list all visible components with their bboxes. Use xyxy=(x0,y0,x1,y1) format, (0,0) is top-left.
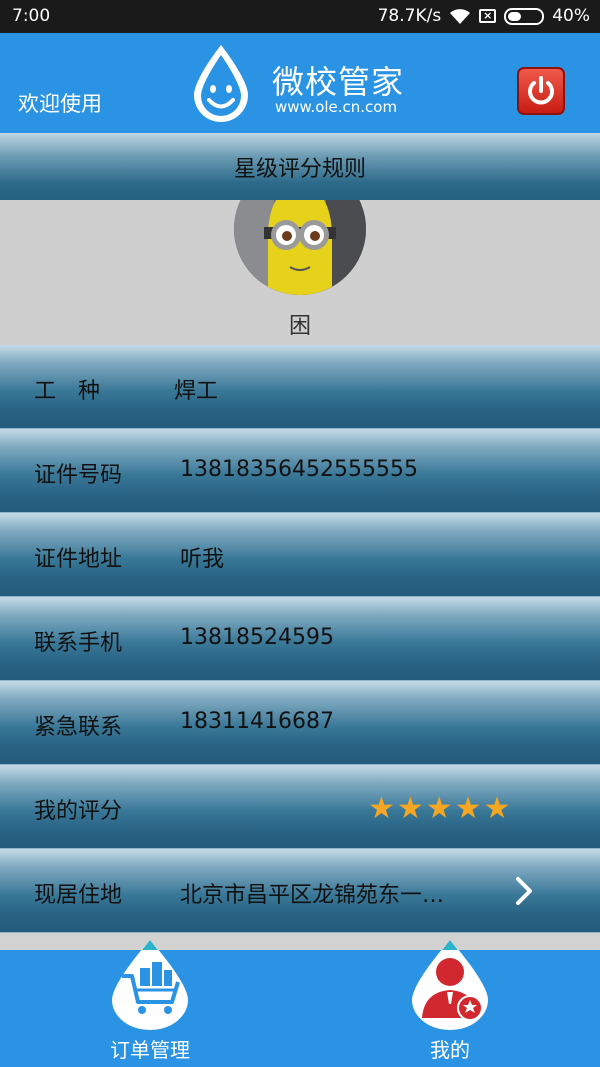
battery-fill xyxy=(508,11,522,21)
user-star-icon xyxy=(412,940,488,1030)
emergency-label: 紧急联系 xyxy=(34,715,123,740)
nav-mine[interactable]: 我的 xyxy=(350,940,550,1067)
row-id-number: 证件号码 13818356452555555 xyxy=(0,429,600,513)
id-address-label: 证件地址 xyxy=(34,547,123,572)
profile-area: 困 xyxy=(0,200,600,345)
status-time: 7:00 xyxy=(12,6,51,26)
info-list: 工 种 焊工 证件号码 13818356452555555 证件地址 听我 联系… xyxy=(0,345,600,933)
phone-value: 13818524595 xyxy=(180,625,334,650)
bottom-nav: 订单管理 我的 xyxy=(0,940,600,1067)
profile-status: 困 xyxy=(288,314,311,339)
id-number-label: 证件号码 xyxy=(34,463,123,488)
brand-name: 微校管家 xyxy=(272,63,405,101)
brand-url: www.ole.cn.com xyxy=(275,98,398,116)
logo-drop-icon xyxy=(194,45,248,122)
avatar[interactable] xyxy=(234,200,366,295)
network-speed: 78.7K/s xyxy=(377,6,442,26)
nav-orders[interactable]: 订单管理 xyxy=(50,940,250,1067)
trade-label: 工 种 xyxy=(34,379,101,404)
cart-icon xyxy=(112,940,188,1030)
row-phone: 联系手机 13818524595 xyxy=(0,597,600,681)
rating-stars: ★★★★★ xyxy=(368,791,513,826)
status-bar: 7:00 78.7K/s × 40% xyxy=(0,0,600,33)
emergency-value: 18311416687 xyxy=(180,709,334,734)
rating-label: 我的评分 xyxy=(34,799,123,824)
chevron-right-icon[interactable] xyxy=(513,875,535,907)
row-trade: 工 种 焊工 xyxy=(0,345,600,429)
logout-button[interactable] xyxy=(517,67,565,115)
welcome-text: 欢迎使用 xyxy=(18,92,102,116)
power-icon xyxy=(528,76,554,105)
battery-percent: 40% xyxy=(552,6,590,26)
id-number-value: 13818356452555555 xyxy=(180,457,418,482)
status-indicators: 78.7K/s × 40% xyxy=(378,6,590,26)
row-emergency-contact: 紧急联系 18311416687 xyxy=(0,681,600,765)
phone-label: 联系手机 xyxy=(34,631,123,656)
app-header: 欢迎使用 微校管家 www.ole.cn.com xyxy=(0,33,600,133)
row-residence[interactable]: 现居住地 北京市昌平区龙锦苑东一… xyxy=(0,849,600,933)
id-address-value: 听我 xyxy=(180,547,225,572)
residence-value: 北京市昌平区龙锦苑东一… xyxy=(180,883,445,908)
row-id-address: 证件地址 听我 xyxy=(0,513,600,597)
nav-mine-label: 我的 xyxy=(430,1038,470,1062)
nav-orders-label: 订单管理 xyxy=(110,1038,190,1062)
rating-rules-title[interactable]: 星级评分规则 xyxy=(0,133,600,200)
row-rating: 我的评分 ★★★★★ xyxy=(0,765,600,849)
avatar-image xyxy=(234,200,366,295)
battery-icon xyxy=(504,7,545,25)
residence-label: 现居住地 xyxy=(34,883,123,908)
no-sim-icon: × xyxy=(479,9,497,23)
wifi-icon xyxy=(449,8,471,25)
trade-value: 焊工 xyxy=(174,379,219,404)
